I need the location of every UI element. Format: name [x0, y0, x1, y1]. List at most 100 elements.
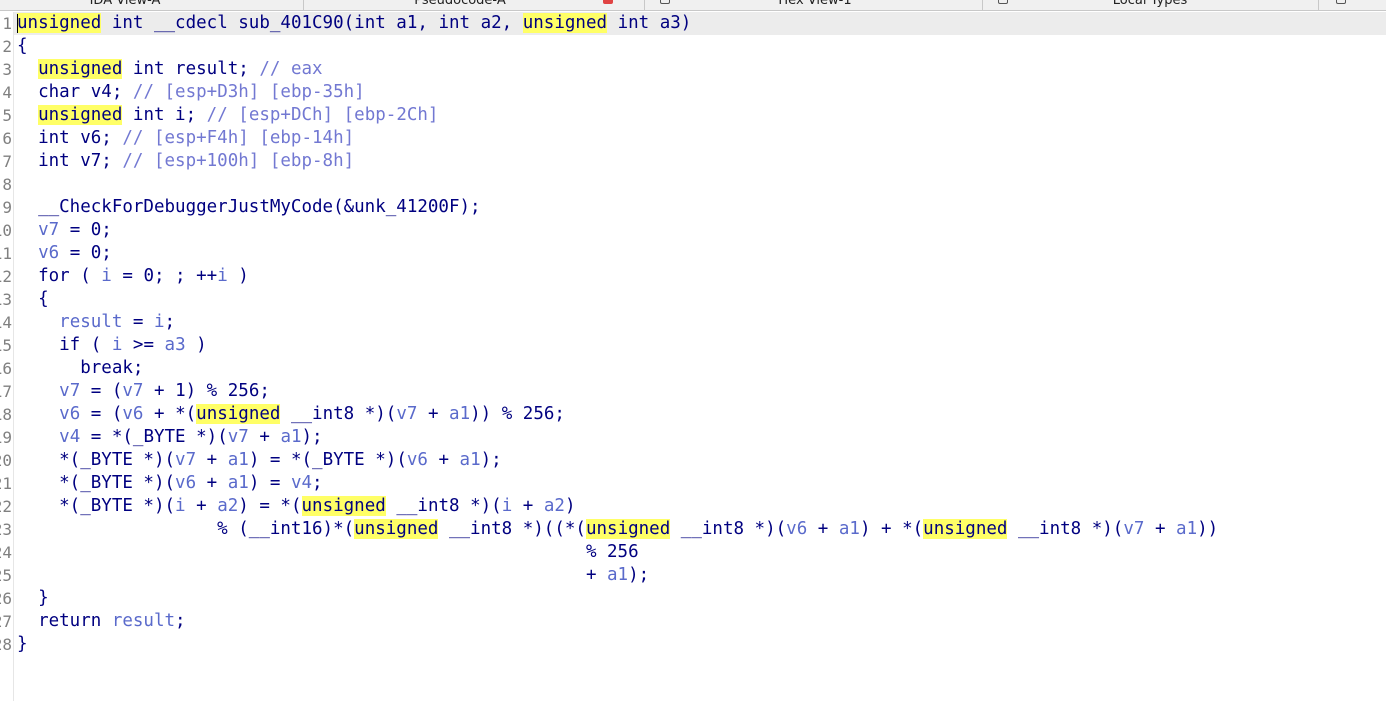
code-line-26[interactable]: } — [17, 587, 1377, 610]
code-line-3[interactable]: unsigned int result; // eax — [17, 58, 1377, 81]
code-text[interactable]: *(_BYTE *)( — [17, 496, 175, 516]
code-variable[interactable]: a1 — [839, 519, 860, 539]
type-highlight[interactable]: unsigned — [38, 105, 123, 125]
code-line-7[interactable]: int v7; // [esp+100h] [ebp-8h] — [17, 150, 1377, 173]
code-text[interactable]: + — [196, 473, 228, 493]
code-text[interactable]: __int8 *)((*( — [438, 519, 586, 539]
code-line-9[interactable]: __CheckForDebuggerJustMyCode(&unk_41200F… — [17, 196, 1377, 219]
code-line-1[interactable]: unsigned int __cdecl sub_401C90(int a1, … — [17, 12, 1377, 35]
type-highlight[interactable]: unsigned — [522, 13, 608, 33]
code-text[interactable]: { — [17, 36, 28, 56]
code-text[interactable]: int v6; — [17, 128, 122, 148]
code-text[interactable]: ; — [165, 312, 176, 332]
code-text[interactable]: int i; — [122, 105, 206, 125]
code-line-16[interactable]: break; — [17, 357, 1377, 380]
code-variable[interactable]: i — [112, 335, 123, 355]
code-text[interactable]: return — [17, 611, 112, 631]
code-text[interactable]: ; — [175, 611, 186, 631]
code-text[interactable]: __int8 *)( — [280, 404, 396, 424]
code-text[interactable]: % (__int16)*( — [17, 519, 354, 539]
code-variable[interactable]: i — [101, 266, 112, 286]
code-variable[interactable]: a1 — [280, 427, 301, 447]
code-text[interactable]: = — [122, 312, 154, 332]
code-line-15[interactable]: if ( i >= a3 ) — [17, 334, 1377, 357]
code-variable[interactable]: v6 — [122, 404, 143, 424]
code-variable[interactable]: v7 — [228, 427, 249, 447]
code-text[interactable]: int result; — [122, 59, 259, 79]
code-text[interactable]: __int8 *)( — [386, 496, 501, 516]
code-variable[interactable]: v7 — [175, 450, 196, 470]
code-text[interactable]: __CheckForDebuggerJustMyCode(&unk_41200F… — [17, 197, 481, 217]
code-text[interactable]: = 0; — [59, 243, 112, 263]
type-highlight[interactable]: unsigned — [17, 13, 102, 33]
code-text[interactable]: ) + *( — [860, 519, 923, 539]
code-text[interactable]: ; — [312, 473, 323, 493]
code-variable[interactable]: result — [112, 611, 175, 631]
tab-hex-view-1[interactable]: Hex View-1 — [740, 0, 890, 10]
code-variable[interactable]: v6 — [175, 473, 196, 493]
code-text[interactable]: } — [17, 634, 28, 654]
code-text[interactable]: break; — [17, 358, 143, 378]
code-text[interactable]: + — [249, 427, 281, 447]
tab-pseudocode-a[interactable]: Pseudocode-A — [360, 0, 560, 10]
code-variable[interactable]: a2 — [217, 496, 238, 516]
code-text[interactable]: = 0; — [59, 220, 112, 240]
tab-ida-view-a[interactable]: IDA View-A — [40, 0, 210, 10]
code-variable[interactable]: result — [59, 312, 122, 332]
code-text[interactable]: ); — [302, 427, 323, 447]
code-text[interactable]: + — [807, 519, 839, 539]
code-text[interactable]: + — [1144, 519, 1176, 539]
code-text[interactable]: + *( — [143, 404, 196, 424]
code-text[interactable]: ) = — [249, 473, 291, 493]
code-text[interactable]: + — [428, 450, 460, 470]
code-variable[interactable]: a1 — [607, 565, 628, 585]
code-variable[interactable]: v6 — [38, 243, 59, 263]
code-line-10[interactable]: v7 = 0; — [17, 219, 1377, 242]
code-variable[interactable]: v7 — [396, 404, 417, 424]
code-line-21[interactable]: *(_BYTE *)(v6 + a1) = v4; — [17, 472, 1377, 495]
tab-local-types[interactable]: Local Types — [1080, 0, 1220, 10]
type-highlight[interactable]: unsigned — [354, 519, 439, 539]
code-variable[interactable]: v4 — [59, 427, 80, 447]
code-variable[interactable]: v4 — [291, 473, 312, 493]
code-line-24[interactable]: % 256 — [17, 541, 1377, 564]
code-text[interactable]: } — [17, 588, 49, 608]
code-line-11[interactable]: v6 = 0; — [17, 242, 1377, 265]
code-line-5[interactable]: unsigned int i; // [esp+DCh] [ebp-2Ch] — [17, 104, 1377, 127]
code-text[interactable]: = *(_BYTE *)( — [80, 427, 228, 447]
code-variable[interactable]: i — [502, 496, 513, 516]
code-variable[interactable]: v6 — [786, 519, 807, 539]
type-highlight[interactable]: unsigned — [38, 59, 123, 79]
type-highlight[interactable]: unsigned — [923, 519, 1008, 539]
code-text[interactable]: __int8 *)( — [670, 519, 786, 539]
code-text[interactable]: + 1) % 256; — [143, 381, 270, 401]
code-line-23[interactable]: % (__int16)*(unsigned __int8 *)((*(unsig… — [17, 518, 1377, 541]
code-variable[interactable]: v7 — [38, 220, 59, 240]
code-text[interactable]: *(_BYTE *)( — [17, 450, 175, 470]
code-text[interactable]: ) = *( — [238, 496, 301, 516]
code-variable[interactable]: v7 — [1123, 519, 1144, 539]
code-line-18[interactable]: v6 = (v6 + *(unsigned __int8 *)(v7 + a1)… — [17, 403, 1377, 426]
close-tab-icon[interactable] — [603, 0, 613, 4]
code-variable[interactable]: v6 — [407, 450, 428, 470]
code-variable[interactable]: i — [217, 266, 228, 286]
code-text[interactable]: + — [196, 450, 228, 470]
code-line-28[interactable]: } — [17, 633, 1377, 656]
code-line-4[interactable]: char v4; // [esp+D3h] [ebp-35h] — [17, 81, 1377, 104]
code-text[interactable]: ) = *(_BYTE *)( — [249, 450, 407, 470]
code-line-20[interactable]: *(_BYTE *)(v7 + a1) = *(_BYTE *)(v6 + a1… — [17, 449, 1377, 472]
code-line-22[interactable]: *(_BYTE *)(i + a2) = *(unsigned __int8 *… — [17, 495, 1377, 518]
code-text[interactable]: if ( — [17, 335, 112, 355]
code-text[interactable]: )) % 256; — [470, 404, 565, 424]
code-text[interactable]: int a3) — [607, 13, 692, 33]
code-line-25[interactable]: + a1); — [17, 564, 1377, 587]
code-line-13[interactable]: { — [17, 288, 1377, 311]
code-variable[interactable]: i — [175, 496, 186, 516]
code-line-6[interactable]: int v6; // [esp+F4h] [ebp-14h] — [17, 127, 1377, 150]
code-text[interactable]: ); — [481, 450, 502, 470]
code-variable[interactable]: a1 — [228, 450, 249, 470]
code-line-14[interactable]: result = i; — [17, 311, 1377, 334]
code-variable[interactable]: v7 — [122, 381, 143, 401]
code-text[interactable]: *(_BYTE *)( — [17, 473, 175, 493]
code-variable[interactable]: v7 — [59, 381, 80, 401]
